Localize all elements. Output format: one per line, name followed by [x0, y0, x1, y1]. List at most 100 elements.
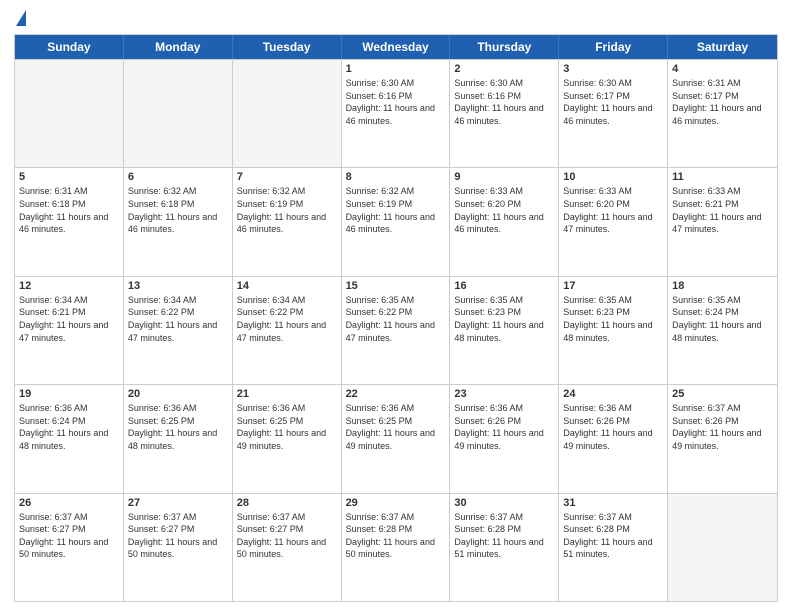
day-header-tuesday: Tuesday	[233, 35, 342, 59]
cell-day-number: 7	[237, 171, 337, 183]
cell-info: Sunrise: 6:33 AM Sunset: 6:20 PM Dayligh…	[454, 185, 554, 235]
day-header-monday: Monday	[124, 35, 233, 59]
week-row-0: 1 Sunrise: 6:30 AM Sunset: 6:16 PM Daylig…	[15, 59, 777, 167]
cell-day-number: 20	[128, 388, 228, 400]
cell-info: Sunrise: 6:36 AM Sunset: 6:26 PM Dayligh…	[454, 402, 554, 452]
cell-empty	[124, 60, 233, 167]
cell-info: Sunrise: 6:31 AM Sunset: 6:17 PM Dayligh…	[672, 77, 773, 127]
cell-day-number: 8	[346, 171, 446, 183]
cell-day-18: 18Sunrise: 6:35 AM Sunset: 6:24 PM Dayli…	[668, 277, 777, 384]
cell-day-26: 26 Sunrise: 6:37 AM Sunset: 6:27 PM Dayli…	[15, 494, 124, 601]
cell-info: Sunrise: 6:37 AM Sunset: 6:28 PM Dayligh…	[563, 511, 663, 561]
cell-day-number: 10	[563, 171, 663, 183]
cell-day-number: 22	[346, 388, 446, 400]
cell-info: Sunrise: 6:34 AM Sunset: 6:21 PM Dayligh…	[19, 294, 119, 344]
day-header-wednesday: Wednesday	[342, 35, 451, 59]
cell-info: Sunrise: 6:33 AM Sunset: 6:20 PM Dayligh…	[563, 185, 663, 235]
cell-day-number: 18	[672, 280, 773, 292]
cell-day-15: 15 Sunrise: 6:35 AM Sunset: 6:22 PM Dayli…	[342, 277, 451, 384]
cell-day-number: 26	[19, 497, 119, 509]
cell-empty	[668, 494, 777, 601]
logo-triangle-icon	[16, 10, 26, 26]
cell-info: Sunrise: 6:30 AM Sunset: 6:17 PM Dayligh…	[563, 77, 663, 127]
cell-day-number: 31	[563, 497, 663, 509]
cell-day-number: 15	[346, 280, 446, 292]
cell-info: Sunrise: 6:36 AM Sunset: 6:24 PM Dayligh…	[19, 402, 119, 452]
day-header-thursday: Thursday	[450, 35, 559, 59]
cell-info: Sunrise: 6:35 AM Sunset: 6:23 PM Dayligh…	[563, 294, 663, 344]
cell-info: Sunrise: 6:34 AM Sunset: 6:22 PM Dayligh…	[128, 294, 228, 344]
cell-day-number: 5	[19, 171, 119, 183]
weeks: 1 Sunrise: 6:30 AM Sunset: 6:16 PM Daylig…	[15, 59, 777, 601]
cell-day-3: 3 Sunrise: 6:30 AM Sunset: 6:17 PM Daylig…	[559, 60, 668, 167]
cell-day-number: 27	[128, 497, 228, 509]
cell-day-28: 28Sunrise: 6:37 AM Sunset: 6:27 PM Dayli…	[233, 494, 342, 601]
cell-info: Sunrise: 6:37 AM Sunset: 6:27 PM Dayligh…	[19, 511, 119, 561]
cell-day-number: 3	[563, 63, 663, 75]
cell-info: Sunrise: 6:36 AM Sunset: 6:25 PM Dayligh…	[237, 402, 337, 452]
cell-day-number: 4	[672, 63, 773, 75]
week-row-4: 26 Sunrise: 6:37 AM Sunset: 6:27 PM Dayli…	[15, 493, 777, 601]
cell-info: Sunrise: 6:32 AM Sunset: 6:19 PM Dayligh…	[237, 185, 337, 235]
cell-day-1: 1 Sunrise: 6:30 AM Sunset: 6:16 PM Daylig…	[342, 60, 451, 167]
cell-day-10: 10 Sunrise: 6:33 AM Sunset: 6:20 PM Dayli…	[559, 168, 668, 275]
day-header-saturday: Saturday	[668, 35, 777, 59]
cell-info: Sunrise: 6:35 AM Sunset: 6:22 PM Dayligh…	[346, 294, 446, 344]
cell-info: Sunrise: 6:37 AM Sunset: 6:26 PM Dayligh…	[672, 402, 773, 452]
cell-day-number: 2	[454, 63, 554, 75]
cell-day-4: 4 Sunrise: 6:31 AM Sunset: 6:17 PM Daylig…	[668, 60, 777, 167]
cell-day-number: 16	[454, 280, 554, 292]
cell-info: Sunrise: 6:34 AM Sunset: 6:22 PM Dayligh…	[237, 294, 337, 344]
day-headers: SundayMondayTuesdayWednesdayThursdayFrid…	[15, 35, 777, 59]
cell-info: Sunrise: 6:32 AM Sunset: 6:19 PM Dayligh…	[346, 185, 446, 235]
cell-day-23: 23 Sunrise: 6:36 AM Sunset: 6:26 PM Dayli…	[450, 385, 559, 492]
cell-info: Sunrise: 6:37 AM Sunset: 6:27 PM Dayligh…	[237, 511, 337, 561]
cell-info: Sunrise: 6:35 AM Sunset: 6:23 PM Dayligh…	[454, 294, 554, 344]
cell-day-9: 9 Sunrise: 6:33 AM Sunset: 6:20 PM Daylig…	[450, 168, 559, 275]
cell-day-number: 13	[128, 280, 228, 292]
cell-day-number: 23	[454, 388, 554, 400]
cell-info: Sunrise: 6:37 AM Sunset: 6:28 PM Dayligh…	[346, 511, 446, 561]
cell-empty	[233, 60, 342, 167]
cell-day-6: 6Sunrise: 6:32 AM Sunset: 6:18 PM Daylig…	[124, 168, 233, 275]
cell-day-29: 29 Sunrise: 6:37 AM Sunset: 6:28 PM Dayli…	[342, 494, 451, 601]
cell-day-number: 29	[346, 497, 446, 509]
cell-day-number: 21	[237, 388, 337, 400]
cell-info: Sunrise: 6:37 AM Sunset: 6:27 PM Dayligh…	[128, 511, 228, 561]
cell-info: Sunrise: 6:32 AM Sunset: 6:18 PM Dayligh…	[128, 185, 228, 235]
page: SundayMondayTuesdayWednesdayThursdayFrid…	[0, 0, 792, 612]
cell-day-22: 22 Sunrise: 6:36 AM Sunset: 6:25 PM Dayli…	[342, 385, 451, 492]
cell-day-27: 27 Sunrise: 6:37 AM Sunset: 6:27 PM Dayli…	[124, 494, 233, 601]
cell-day-12: 12Sunrise: 6:34 AM Sunset: 6:21 PM Dayli…	[15, 277, 124, 384]
cell-day-number: 1	[346, 63, 446, 75]
cell-day-31: 31 Sunrise: 6:37 AM Sunset: 6:28 PM Dayli…	[559, 494, 668, 601]
cell-day-13: 13 Sunrise: 6:34 AM Sunset: 6:22 PM Dayli…	[124, 277, 233, 384]
cell-info: Sunrise: 6:33 AM Sunset: 6:21 PM Dayligh…	[672, 185, 773, 235]
week-row-3: 19 Sunrise: 6:36 AM Sunset: 6:24 PM Dayli…	[15, 384, 777, 492]
cell-empty	[15, 60, 124, 167]
cell-day-14: 14Sunrise: 6:34 AM Sunset: 6:22 PM Dayli…	[233, 277, 342, 384]
day-header-friday: Friday	[559, 35, 668, 59]
calendar: SundayMondayTuesdayWednesdayThursdayFrid…	[14, 34, 778, 602]
cell-info: Sunrise: 6:36 AM Sunset: 6:25 PM Dayligh…	[346, 402, 446, 452]
cell-info: Sunrise: 6:31 AM Sunset: 6:18 PM Dayligh…	[19, 185, 119, 235]
cell-day-number: 9	[454, 171, 554, 183]
cell-day-16: 16 Sunrise: 6:35 AM Sunset: 6:23 PM Dayli…	[450, 277, 559, 384]
header	[14, 10, 778, 28]
cell-day-21: 21 Sunrise: 6:36 AM Sunset: 6:25 PM Dayli…	[233, 385, 342, 492]
cell-day-number: 24	[563, 388, 663, 400]
cell-info: Sunrise: 6:30 AM Sunset: 6:16 PM Dayligh…	[454, 77, 554, 127]
cell-day-17: 17 Sunrise: 6:35 AM Sunset: 6:23 PM Dayli…	[559, 277, 668, 384]
cell-day-25: 25Sunrise: 6:37 AM Sunset: 6:26 PM Dayli…	[668, 385, 777, 492]
day-header-sunday: Sunday	[15, 35, 124, 59]
cell-day-number: 19	[19, 388, 119, 400]
cell-day-7: 7 Sunrise: 6:32 AM Sunset: 6:19 PM Daylig…	[233, 168, 342, 275]
week-row-1: 5 Sunrise: 6:31 AM Sunset: 6:18 PM Daylig…	[15, 167, 777, 275]
logo-text	[14, 10, 26, 28]
cell-day-number: 30	[454, 497, 554, 509]
cell-info: Sunrise: 6:30 AM Sunset: 6:16 PM Dayligh…	[346, 77, 446, 127]
cell-day-20: 20 Sunrise: 6:36 AM Sunset: 6:25 PM Dayli…	[124, 385, 233, 492]
cell-day-2: 2 Sunrise: 6:30 AM Sunset: 6:16 PM Daylig…	[450, 60, 559, 167]
cell-day-number: 17	[563, 280, 663, 292]
cell-info: Sunrise: 6:36 AM Sunset: 6:25 PM Dayligh…	[128, 402, 228, 452]
